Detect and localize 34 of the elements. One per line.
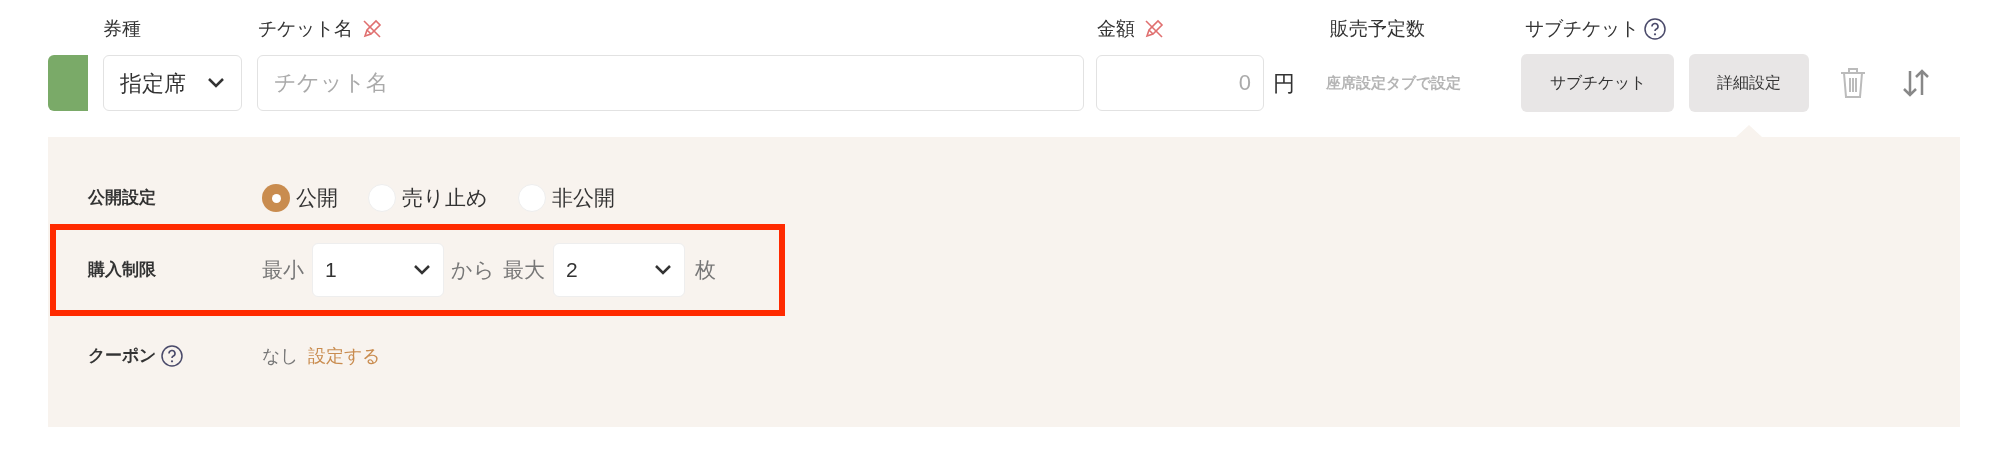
min-label: 最小 (262, 257, 304, 284)
field-label: クーポン (88, 345, 156, 368)
min-quantity-select[interactable]: 1 (312, 243, 444, 297)
chevron-down-icon (207, 77, 225, 89)
radio-option[interactable]: 売り止め (368, 182, 488, 214)
sub-ticket-button[interactable]: サブチケット (1521, 54, 1674, 112)
column-header: 金額 (1097, 16, 1135, 41)
max-label: 最大 (503, 257, 545, 284)
ticket-name-field[interactable]: チケット名 (257, 55, 1084, 111)
field-label: 購入制限 (88, 259, 157, 282)
column-header: サブチケット (1525, 16, 1639, 41)
pencil-icon (1143, 18, 1165, 40)
column-header: チケット名 (258, 16, 353, 41)
currency-unit: 円 (1273, 69, 1295, 98)
amount-field[interactable]: 0 (1096, 55, 1264, 111)
coupon-value: なし (262, 344, 298, 368)
chevron-down-icon (413, 264, 431, 276)
column-header: 販売予定数 (1330, 16, 1425, 41)
help-icon[interactable] (1643, 17, 1667, 41)
trash-icon[interactable] (1838, 66, 1868, 100)
sales-note: 座席設定タブで設定 (1326, 72, 1462, 93)
sort-arrows-icon[interactable] (1901, 68, 1931, 98)
ticket-type-select[interactable]: 指定席 (103, 55, 242, 111)
help-icon[interactable] (160, 344, 184, 368)
chevron-down-icon (654, 264, 672, 276)
column-header: 券種 (103, 16, 141, 41)
unit-label: 枚 (695, 257, 716, 284)
range-text: から (451, 257, 495, 284)
pencil-icon (361, 18, 383, 40)
radio-option[interactable]: 公開 (262, 182, 338, 214)
radio-option[interactable]: 非公開 (518, 182, 615, 214)
field-label: 公開設定 (88, 187, 157, 210)
max-quantity-select[interactable]: 2 (553, 243, 685, 297)
detail-settings-button[interactable]: 詳細設定 (1689, 54, 1809, 112)
